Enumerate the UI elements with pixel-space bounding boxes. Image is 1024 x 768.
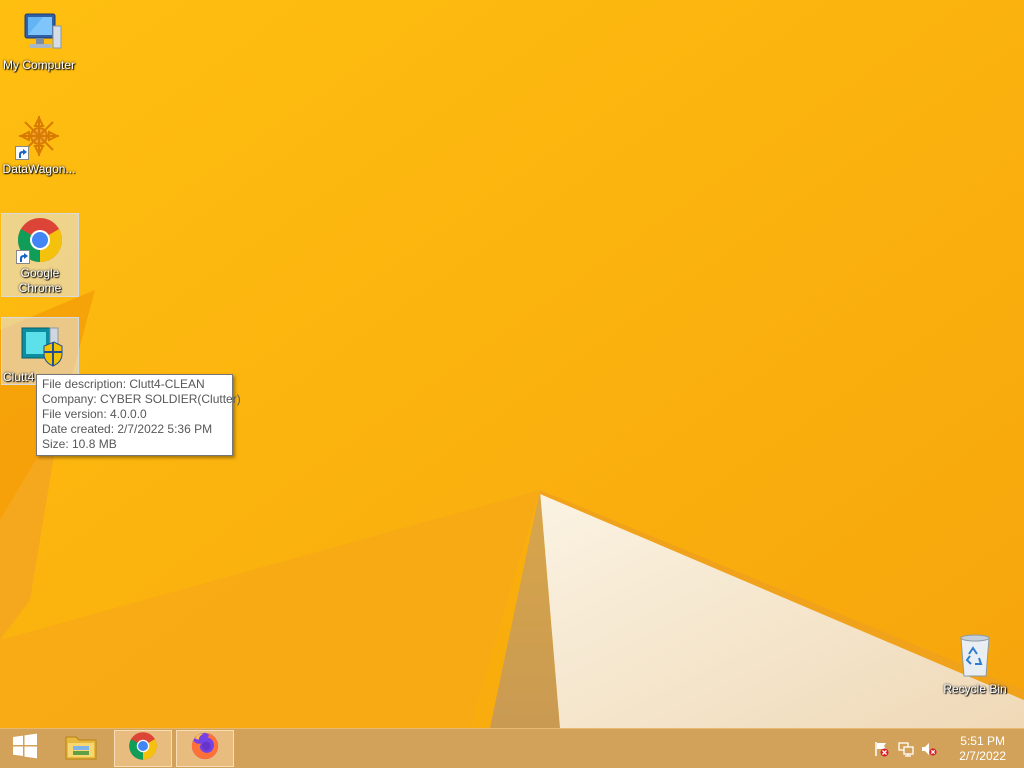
- computer-icon: [15, 8, 63, 56]
- clock-date: 2/7/2022: [959, 749, 1006, 763]
- windows-start-icon: [11, 732, 39, 765]
- shortcut-arrow-icon: [15, 146, 29, 160]
- shortcut-arrow-icon: [16, 250, 30, 264]
- taskbar-file-explorer[interactable]: [52, 730, 110, 767]
- network-icon[interactable]: [898, 741, 914, 757]
- desktop-wallpaper: [0, 0, 1024, 728]
- taskbar-firefox[interactable]: [176, 730, 234, 767]
- taskbar: 5:51 PM 2/7/2022: [0, 728, 1024, 768]
- clock-time: 5:51 PM: [960, 734, 1005, 748]
- desktop-icon-my-computer[interactable]: My Computer: [0, 6, 78, 73]
- tooltip-line-date: Date created: 2/7/2022 5:36 PM: [42, 422, 213, 436]
- desktop[interactable]: My Computer DataWagon... Google Chrome C…: [0, 0, 1024, 728]
- clutt4-installer-icon: [16, 320, 64, 368]
- chrome-icon: [128, 731, 158, 766]
- taskbar-chrome[interactable]: [114, 730, 172, 767]
- tooltip-line-company: Company: CYBER SOLDIER(Clutter): [42, 392, 241, 406]
- desktop-icon-datawagon[interactable]: DataWagon...: [0, 110, 78, 177]
- system-clock[interactable]: 5:51 PM 2/7/2022: [959, 734, 1006, 764]
- volume-muted-icon[interactable]: [921, 741, 937, 757]
- tooltip-line-size: Size: 10.8 MB: [42, 437, 117, 451]
- recycle-bin-icon: [951, 632, 999, 680]
- desktop-icon-recycle-bin[interactable]: Recycle Bin: [936, 630, 1014, 697]
- desktop-icon-label: Google Chrome: [18, 266, 62, 295]
- desktop-icon-label: DataWagon...: [2, 162, 76, 176]
- desktop-icon-label: Recycle Bin: [943, 682, 1007, 696]
- datawagon-icon: [15, 112, 63, 160]
- tooltip-line-version: File version: 4.0.0.0: [42, 407, 147, 421]
- chrome-icon: [16, 216, 64, 264]
- tooltip-line-description: File description: Clutt4-CLEAN: [42, 377, 205, 391]
- firefox-icon: [190, 731, 220, 766]
- desktop-icon-google-chrome[interactable]: Google Chrome: [1, 213, 79, 297]
- file-explorer-icon: [64, 731, 98, 766]
- desktop-icon-label: My Computer: [2, 58, 76, 72]
- start-button[interactable]: [0, 730, 50, 767]
- file-info-tooltip: File description: Clutt4-CLEAN Company: …: [36, 374, 241, 456]
- action-center-flag-icon[interactable]: [873, 741, 889, 757]
